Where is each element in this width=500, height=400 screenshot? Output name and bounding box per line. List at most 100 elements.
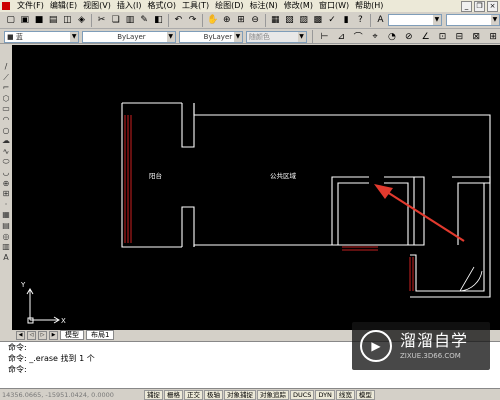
menu-draw[interactable]: 绘图(D): [212, 0, 246, 12]
sheet-set-icon[interactable]: ▩: [311, 13, 324, 28]
dim-ordinate-icon[interactable]: ⌖: [368, 29, 382, 44]
ortho-toggle[interactable]: 正交: [184, 389, 203, 400]
snap-toggle[interactable]: 捕捉: [144, 389, 163, 400]
menu-help[interactable]: 帮助(H): [352, 0, 386, 12]
construction-line-icon[interactable]: ⟋: [1, 73, 11, 83]
match-properties-icon[interactable]: ✎: [138, 13, 151, 28]
ucs-icon: [26, 288, 60, 324]
zoom-realtime-icon[interactable]: ⊕: [220, 13, 233, 28]
right-wing-outer: [410, 183, 491, 298]
publish-icon[interactable]: ◈: [75, 13, 88, 28]
pan-icon[interactable]: ✋: [206, 13, 219, 28]
dim-style-dropdown[interactable]: ▼: [445, 14, 500, 26]
tool-palettes-icon[interactable]: ▨: [297, 13, 310, 28]
quick-dim-icon[interactable]: ⊡: [436, 29, 450, 44]
standard-toolbar: ▢ ▣ ■ ▤ ◫ ◈ ✂ ❏ ▥ ✎ ◧ ↶ ↷ ✋ ⊕ ⊞ ⊖ ▦ ▧ ▨ …: [0, 12, 500, 29]
osnap-toggle[interactable]: 对象捕捉: [224, 389, 256, 400]
redo-icon[interactable]: ↷: [186, 13, 199, 28]
dyn-toggle[interactable]: DYN: [315, 389, 335, 400]
menu-bar: 文件(F) 编辑(E) 视图(V) 插入(I) 格式(O) 工具(T) 绘图(D…: [0, 0, 500, 12]
menu-format[interactable]: 格式(O): [144, 0, 179, 12]
dim-diameter-icon[interactable]: ⊘: [402, 29, 416, 44]
last-tab-icon[interactable]: ▶: [49, 330, 58, 340]
menu-window[interactable]: 窗口(W): [316, 0, 352, 12]
text-style-icon[interactable]: A: [374, 13, 387, 28]
menu-dimension[interactable]: 标注(N): [247, 0, 281, 12]
cut-icon[interactable]: ✂: [95, 13, 108, 28]
table-icon[interactable]: ▥: [1, 242, 11, 252]
dim-arc-icon[interactable]: ⌒: [351, 29, 365, 44]
toolbar-separator: [311, 30, 313, 43]
status-bar: 14356.0665, -15951.0424, 0.0000 捕捉 栅格 正交…: [0, 388, 500, 400]
new-file-icon[interactable]: ▢: [4, 13, 17, 28]
tolerance-icon[interactable]: ⊞: [486, 29, 500, 44]
next-tab-icon[interactable]: ▷: [38, 330, 47, 340]
window-red-lines: [124, 115, 414, 291]
open-file-icon[interactable]: ▣: [18, 13, 31, 28]
menu-edit[interactable]: 编辑(E): [47, 0, 80, 12]
menu-modify[interactable]: 修改(M): [281, 0, 316, 12]
hatch-icon[interactable]: ▦: [1, 210, 11, 220]
block-editor-icon[interactable]: ◧: [152, 13, 165, 28]
point-icon[interactable]: ·: [1, 200, 11, 210]
region-icon[interactable]: ◎: [1, 232, 11, 242]
circle-icon[interactable]: ○: [1, 126, 11, 136]
design-center-icon[interactable]: ▧: [283, 13, 296, 28]
tab-layout1[interactable]: 布局1: [86, 330, 115, 340]
menu-tools[interactable]: 工具(T): [179, 0, 212, 12]
insert-block-icon[interactable]: ⊕: [1, 179, 11, 189]
layer-dropdown[interactable]: ■ 蓝 ▼: [4, 30, 80, 43]
menu-file[interactable]: 文件(F): [14, 0, 47, 12]
gradient-icon[interactable]: ▤: [1, 221, 11, 231]
plotstyle-dropdown[interactable]: 随颜色 ▼: [245, 30, 307, 43]
ellipse-icon[interactable]: ⬭: [1, 157, 11, 167]
polyline-icon[interactable]: ⌐: [1, 83, 11, 93]
markup-icon[interactable]: ✓: [325, 13, 338, 28]
properties-icon[interactable]: ▦: [269, 13, 282, 28]
dim-linear-icon[interactable]: ⊢: [317, 29, 331, 44]
ducs-toggle[interactable]: DUCS: [290, 389, 315, 400]
revision-cloud-icon[interactable]: ☁: [1, 136, 11, 146]
close-icon[interactable]: ×: [487, 1, 498, 12]
dim-radius-icon[interactable]: ◔: [385, 29, 399, 44]
print-icon[interactable]: ▤: [47, 13, 60, 28]
restore-icon[interactable]: ❐: [474, 1, 485, 12]
copy-icon[interactable]: ❏: [109, 13, 122, 28]
model-toggle[interactable]: 模型: [355, 389, 375, 400]
app-icon[interactable]: [2, 2, 10, 10]
dim-baseline-icon[interactable]: ⊟: [452, 29, 466, 44]
undo-icon[interactable]: ↶: [172, 13, 185, 28]
print-preview-icon[interactable]: ◫: [61, 13, 74, 28]
zoom-previous-icon[interactable]: ⊖: [249, 13, 262, 28]
save-icon[interactable]: ■: [32, 13, 45, 28]
zoom-window-icon[interactable]: ⊞: [234, 13, 247, 28]
grid-toggle[interactable]: 栅格: [164, 389, 183, 400]
polar-toggle[interactable]: 极轴: [204, 389, 223, 400]
calculator-icon[interactable]: ▮: [340, 13, 353, 28]
rectangle-icon[interactable]: ▭: [1, 104, 11, 114]
help-icon[interactable]: ?: [354, 13, 367, 28]
ellipse-arc-icon[interactable]: ◡: [1, 168, 11, 178]
prev-tab-icon[interactable]: ◁: [27, 330, 36, 340]
multiline-text-icon[interactable]: A: [1, 253, 11, 263]
paste-icon[interactable]: ▥: [123, 13, 136, 28]
tab-model[interactable]: 模型: [60, 330, 84, 340]
spline-icon[interactable]: ∿: [1, 147, 11, 157]
menu-insert[interactable]: 插入(I): [114, 0, 145, 12]
dim-continue-icon[interactable]: ⊠: [469, 29, 483, 44]
first-tab-icon[interactable]: ◀: [16, 330, 25, 340]
text-style-dropdown[interactable]: ▼: [388, 14, 442, 26]
minimize-icon[interactable]: _: [461, 1, 472, 12]
lineweight-dropdown[interactable]: ByLayer ▼: [178, 30, 243, 43]
arc-icon[interactable]: ◠: [1, 115, 11, 125]
line-icon[interactable]: /: [1, 62, 11, 72]
dim-angular-icon[interactable]: ∠: [419, 29, 433, 44]
polygon-icon[interactable]: ⬡: [1, 94, 11, 104]
menu-view[interactable]: 视图(V): [80, 0, 114, 12]
dim-aligned-icon[interactable]: ⊿: [334, 29, 348, 44]
linetype-dropdown[interactable]: ByLayer ▼: [82, 30, 176, 43]
drawing-canvas[interactable]: 阳台 公共区域 Y X: [12, 45, 500, 330]
make-block-icon[interactable]: ⊞: [1, 189, 11, 199]
otrack-toggle[interactable]: 对象追踪: [257, 389, 289, 400]
lineweight-toggle[interactable]: 线宽: [335, 389, 355, 400]
